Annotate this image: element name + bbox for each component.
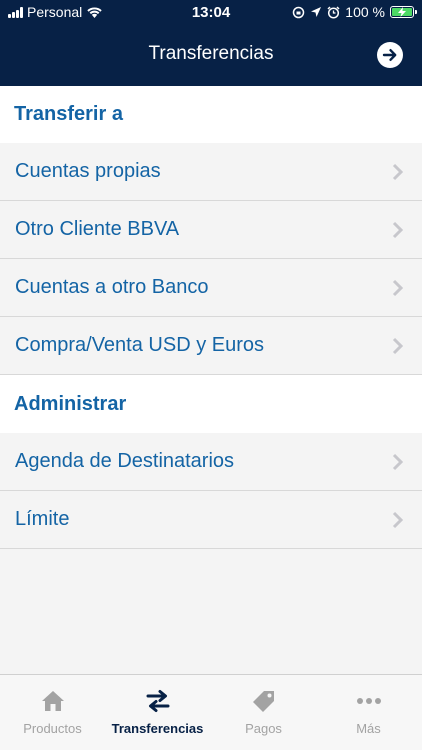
battery-icon — [390, 6, 417, 18]
forward-button[interactable] — [377, 42, 403, 68]
tab-label: Transferencias — [111, 721, 204, 736]
menu-item-label: Cuentas a otro Banco — [15, 276, 209, 298]
transfer-arrows-icon — [146, 690, 169, 712]
arrow-right-icon — [382, 49, 397, 61]
status-bar: Personal 13:04 100 % — [0, 0, 422, 24]
home-icon — [41, 691, 64, 711]
app-header: Personal 13:04 100 % Transferencias — [0, 0, 422, 86]
chevron-right-icon — [392, 337, 404, 355]
chevron-right-icon — [392, 453, 404, 471]
menu-item-compra-venta[interactable]: Compra/Venta USD y Euros — [0, 317, 422, 375]
menu-item-label: Cuentas propias — [15, 160, 161, 182]
menu-item-label: Compra/Venta USD y Euros — [15, 334, 264, 356]
menu-item-cuentas-propias[interactable]: Cuentas propias — [0, 143, 422, 201]
menu-item-cuentas-otro-banco[interactable]: Cuentas a otro Banco — [0, 259, 422, 317]
menu-item-label: Límite — [15, 508, 70, 530]
tab-label: Más — [356, 721, 381, 736]
menu-item-agenda-destinatarios[interactable]: Agenda de Destinatarios — [0, 433, 422, 491]
tab-transferencias[interactable]: Transferencias — [105, 675, 210, 750]
section-header-administrar: Administrar — [0, 375, 422, 433]
chevron-right-icon — [392, 511, 404, 529]
section-header-transferir: Transferir a — [0, 86, 422, 143]
page-title: Transferencias — [148, 43, 274, 64]
tab-bar: Productos Transferencias Pagos Más — [0, 674, 422, 750]
more-dots-icon — [356, 698, 381, 704]
tab-label: Productos — [23, 721, 82, 736]
menu-item-limite[interactable]: Límite — [0, 491, 422, 549]
rotation-lock-icon — [293, 6, 305, 18]
tab-pagos[interactable]: Pagos — [211, 675, 316, 750]
tab-label: Pagos — [245, 721, 282, 736]
chevron-right-icon — [392, 221, 404, 239]
menu-item-label: Otro Cliente BBVA — [15, 218, 180, 240]
battery-percent: 100 % — [345, 4, 385, 20]
menu-item-otro-cliente-bbva[interactable]: Otro Cliente BBVA — [0, 201, 422, 259]
chevron-right-icon — [392, 163, 404, 181]
tab-mas[interactable]: Más — [316, 675, 421, 750]
tab-productos[interactable]: Productos — [0, 675, 105, 750]
tag-icon — [252, 691, 274, 712]
menu-item-label: Agenda de Destinatarios — [15, 450, 235, 472]
location-icon — [311, 7, 322, 17]
chevron-right-icon — [392, 279, 404, 297]
alarm-icon — [327, 5, 340, 19]
